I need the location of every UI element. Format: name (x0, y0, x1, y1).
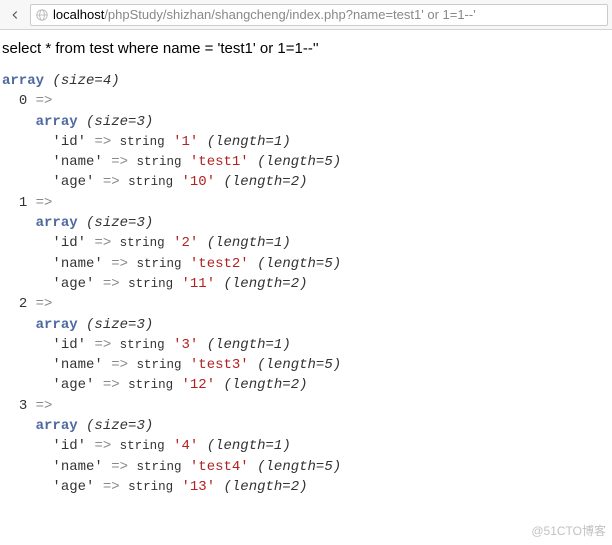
arrow-left-icon (8, 8, 22, 22)
globe-icon (35, 8, 49, 22)
var-dump-output: array (size=4) 0 => array (size=3) 'id' … (2, 71, 610, 497)
watermark: @51CTO博客 (531, 522, 606, 539)
back-button[interactable] (4, 4, 26, 26)
url-input[interactable]: localhost/phpStudy/shizhan/shangcheng/in… (30, 4, 608, 26)
address-bar: localhost/phpStudy/shizhan/shangcheng/in… (0, 0, 612, 30)
url-host: localhost (53, 7, 104, 22)
url-path: /phpStudy/shizhan/shangcheng/index.php?n… (104, 7, 475, 22)
sql-query-text: select * from test where name = 'test1' … (2, 40, 610, 57)
page-content: select * from test where name = 'test1' … (0, 30, 612, 499)
